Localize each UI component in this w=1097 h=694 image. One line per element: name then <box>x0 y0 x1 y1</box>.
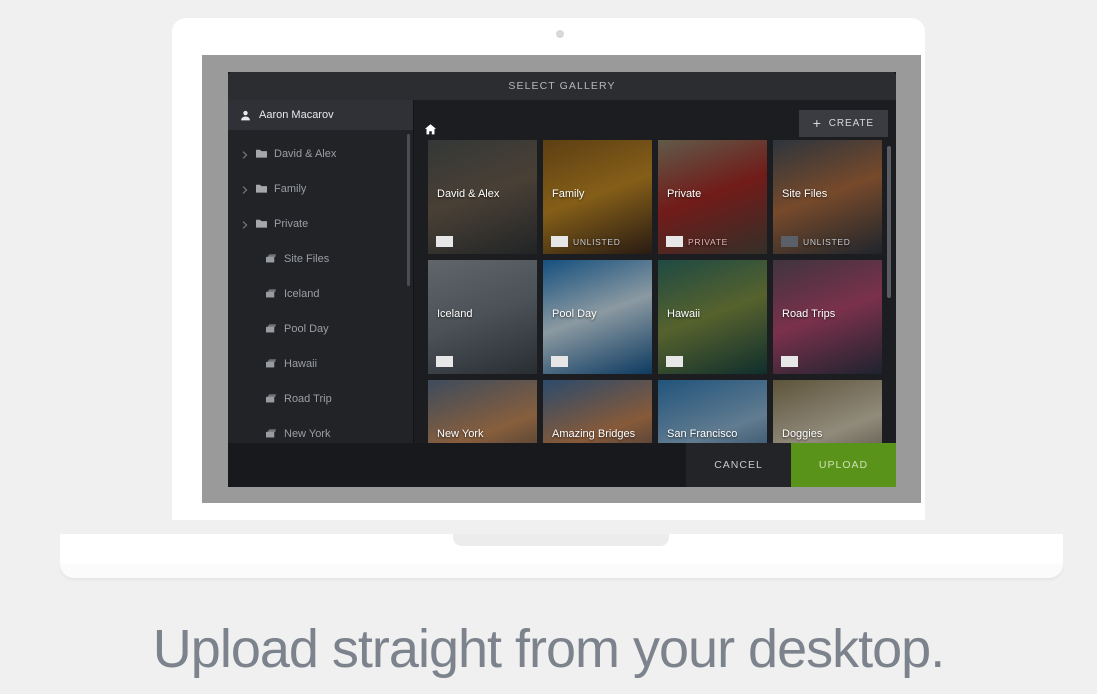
gallery-scrollbar[interactable] <box>887 146 891 298</box>
sidebar-item-label: Road Trip <box>284 392 332 405</box>
gallery-icon <box>266 288 277 299</box>
gallery-card-title: Doggies <box>782 428 823 440</box>
sidebar-item-label: Iceland <box>284 287 320 300</box>
sidebar-item-label: Hawaii <box>284 357 318 370</box>
gallery-card-footer: PRIVATE <box>666 236 728 247</box>
gallery-card-footer <box>436 236 453 247</box>
dialog-title-bar: SELECT GALLERY <box>228 72 896 100</box>
gallery-card-title: Pool Day <box>552 308 597 320</box>
upload-button[interactable]: UPLOAD <box>791 443 896 487</box>
sidebar-item-label: Family <box>274 182 307 195</box>
sidebar-item-road-trip[interactable]: Road Trip <box>228 381 414 416</box>
sidebar-tree: David & Alex Family Private Site Files Icela… <box>228 130 414 443</box>
folder-icon <box>256 183 267 194</box>
gallery-icon <box>266 323 277 334</box>
marketing-caption: Upload straight from your desktop. <box>152 619 945 679</box>
sidebar-item-label: Pool Day <box>284 322 329 335</box>
gallery-card[interactable]: San Francisco <box>658 380 767 443</box>
plus-icon: + <box>812 115 822 131</box>
laptop-base-lip <box>60 564 1063 578</box>
thumbnail-chip-icon <box>781 236 798 247</box>
dialog-footer: CANCEL UPLOAD <box>228 443 896 487</box>
status-badge: PRIVATE <box>688 236 729 247</box>
gallery-card-footer <box>781 356 798 367</box>
webcam-dot <box>556 30 564 38</box>
laptop-trackpad-notch <box>453 534 669 546</box>
gallery-card-title: Private <box>667 188 702 200</box>
folder-icon <box>256 218 267 229</box>
thumbnail-chip-icon <box>666 356 683 367</box>
sidebar-item-label: Site Files <box>284 252 330 265</box>
sidebar-item-label: David & Alex <box>274 147 337 160</box>
sidebar-scrollbar[interactable] <box>407 134 410 286</box>
gallery-card-title: Road Trips <box>782 308 836 320</box>
gallery-card[interactable]: Hawaii <box>658 260 767 374</box>
gallery-icon <box>266 358 277 369</box>
gallery-card[interactable]: Amazing Bridges <box>543 380 652 443</box>
gallery-card[interactable]: Private PRIVATE <box>658 140 767 254</box>
sidebar-item-site-files[interactable]: Site Files <box>228 241 414 276</box>
page-title: SELECT GALLERY <box>508 80 616 92</box>
folder-icon <box>256 148 267 159</box>
gallery-card[interactable]: Road Trips <box>773 260 882 374</box>
gallery-card[interactable]: Site Files UNLISTED <box>773 140 882 254</box>
sidebar-item-new-york[interactable]: New York <box>228 416 414 443</box>
chevron-right-icon[interactable] <box>241 150 249 159</box>
gallery-card-title: David & Alex <box>437 188 500 200</box>
sidebar-item-label: Private <box>274 217 309 230</box>
gallery-card-title: San Francisco <box>667 428 738 440</box>
gallery-icon <box>266 428 277 439</box>
gallery-card-footer: UNLISTED <box>551 236 621 247</box>
thumbnail-chip-icon <box>551 356 568 367</box>
gallery-icon <box>266 393 277 404</box>
gallery-panel: + CREATE David & Alex Family UNLISTED Priva… <box>414 100 896 443</box>
dialog-body: Aaron Macarov David & Alex Family Private S… <box>228 100 896 443</box>
gallery-grid: David & Alex Family UNLISTED Private PRIVATE… <box>414 140 896 443</box>
cancel-button[interactable]: CANCEL <box>686 443 791 487</box>
thumbnail-chip-icon <box>666 236 683 247</box>
gallery-card-footer: UNLISTED <box>781 236 851 247</box>
create-button-label: CREATE <box>828 117 874 129</box>
gallery-card-title: Site Files <box>782 188 828 200</box>
chevron-right-icon[interactable] <box>241 185 249 194</box>
gallery-card[interactable]: Doggies <box>773 380 882 443</box>
status-badge: UNLISTED <box>573 236 621 247</box>
thumbnail-chip-icon <box>436 236 453 247</box>
footer-spacer <box>228 443 686 487</box>
gallery-card-footer <box>666 356 683 367</box>
user-icon <box>240 110 251 121</box>
status-badge: UNLISTED <box>803 236 851 247</box>
gallery-icon <box>266 253 277 264</box>
select-gallery-dialog: SELECT GALLERY Aaron Macarov David & Ale… <box>228 72 896 487</box>
thumbnail-chip-icon <box>781 356 798 367</box>
sidebar: Aaron Macarov David & Alex Family Private S… <box>228 100 414 443</box>
gallery-card-title: New York <box>437 428 484 440</box>
sidebar-item-label: New York <box>284 427 331 440</box>
gallery-card[interactable]: Pool Day <box>543 260 652 374</box>
sidebar-item-private[interactable]: Private <box>228 206 414 241</box>
gallery-card[interactable]: David & Alex <box>428 140 537 254</box>
gallery-card-title: Hawaii <box>667 308 701 320</box>
home-icon[interactable] <box>424 123 437 136</box>
sidebar-user-name: Aaron Macarov <box>259 109 334 121</box>
sidebar-item-hawaii[interactable]: Hawaii <box>228 346 414 381</box>
sidebar-item-david-alex[interactable]: David & Alex <box>228 136 414 171</box>
gallery-card[interactable]: Iceland <box>428 260 537 374</box>
gallery-card-title: Family <box>552 188 585 200</box>
gallery-card-title: Amazing Bridges <box>552 428 636 440</box>
gallery-card[interactable]: Family UNLISTED <box>543 140 652 254</box>
chevron-right-icon[interactable] <box>241 220 249 229</box>
create-button[interactable]: + CREATE <box>798 109 888 137</box>
sidebar-item-family[interactable]: Family <box>228 171 414 206</box>
gallery-card-title: Iceland <box>437 308 473 320</box>
thumbnail-chip-icon <box>436 356 453 367</box>
gallery-card-footer <box>551 356 568 367</box>
sidebar-user-row[interactable]: Aaron Macarov <box>228 100 414 130</box>
thumbnail-chip-icon <box>551 236 568 247</box>
sidebar-item-iceland[interactable]: Iceland <box>228 276 414 311</box>
sidebar-item-pool-day[interactable]: Pool Day <box>228 311 414 346</box>
gallery-card-footer <box>436 356 453 367</box>
gallery-card[interactable]: New York <box>428 380 537 443</box>
